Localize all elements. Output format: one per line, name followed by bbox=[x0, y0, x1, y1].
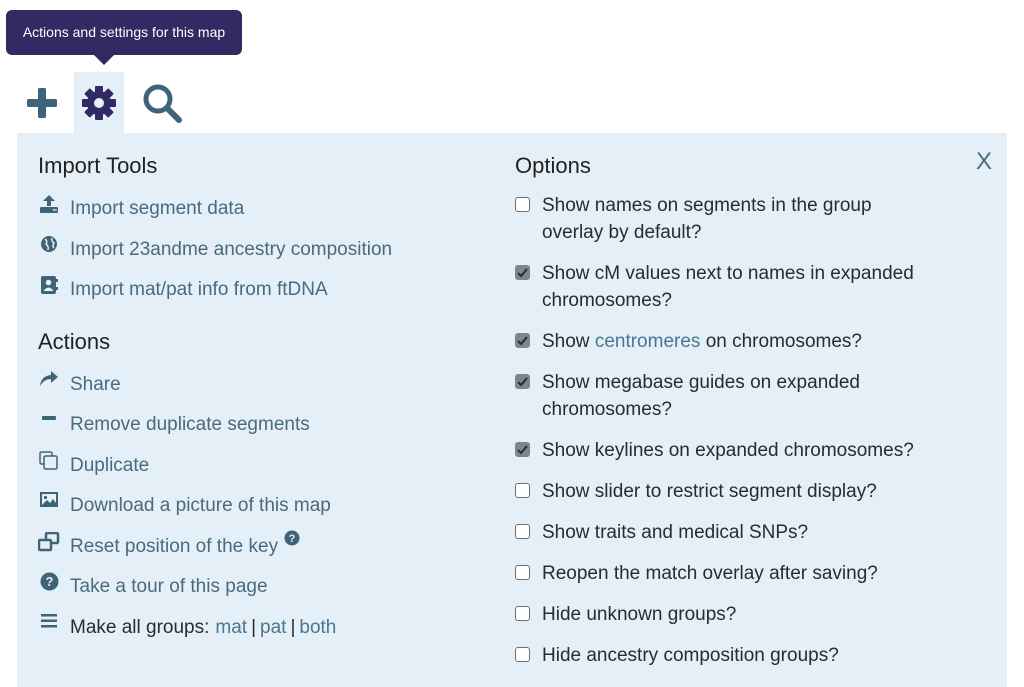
import-tools-heading: Import Tools bbox=[38, 153, 158, 178]
import-ftdna-link[interactable]: Import mat/pat info from ftDNA bbox=[38, 270, 478, 311]
make-all-groups: Make all groups: mat | pat | both bbox=[38, 608, 478, 649]
option-checkbox[interactable] bbox=[515, 483, 530, 498]
groups-pat-link[interactable]: pat bbox=[260, 617, 286, 639]
checkmark-icon bbox=[517, 444, 528, 454]
share-link[interactable]: Share bbox=[38, 365, 478, 406]
close-button[interactable]: X bbox=[976, 148, 992, 176]
option-item: Hide ancestry composition groups? bbox=[515, 642, 955, 669]
option-label: Show traits and medical SNPs? bbox=[542, 522, 809, 543]
option-item: Show traits and medical SNPs? bbox=[515, 519, 955, 546]
option-item: Hide unknown groups? bbox=[515, 601, 955, 628]
option-item: Reopen the match overlay after saving? bbox=[515, 560, 955, 587]
help-icon[interactable]: ? bbox=[284, 530, 300, 552]
question-circle-icon: ? bbox=[38, 572, 60, 594]
option-label: Hide unknown groups? bbox=[542, 604, 737, 625]
option-label: Show keylines on expanded chromosomes? bbox=[542, 440, 914, 461]
menu-icon bbox=[38, 613, 60, 635]
remove-duplicates-link[interactable]: Remove duplicate segments bbox=[38, 405, 478, 446]
option-checkbox[interactable] bbox=[515, 524, 530, 539]
option-item: Show keylines on expanded chromosomes? bbox=[515, 437, 955, 464]
groups-both-link[interactable]: both bbox=[299, 617, 336, 639]
upload-icon bbox=[38, 194, 60, 216]
settings-panel: X Import Tools Import segment data Impor… bbox=[17, 133, 1007, 687]
option-checkbox[interactable] bbox=[515, 333, 530, 348]
option-checkbox[interactable] bbox=[515, 197, 530, 212]
import-segment-data-link[interactable]: Import segment data bbox=[38, 189, 478, 230]
add-button[interactable] bbox=[17, 72, 67, 134]
share-icon bbox=[38, 370, 60, 392]
option-label: Show slider to restrict segment display? bbox=[542, 481, 877, 502]
option-checkbox[interactable] bbox=[515, 565, 530, 580]
option-checkbox[interactable] bbox=[515, 606, 530, 621]
option-checkbox[interactable] bbox=[515, 265, 530, 280]
checkmark-icon bbox=[517, 376, 528, 386]
options-list: Show names on segments in the group over… bbox=[515, 192, 955, 669]
separator: | bbox=[290, 616, 296, 638]
copy-icon bbox=[38, 451, 60, 473]
tooltip: Actions and settings for this map bbox=[6, 10, 242, 65]
download-picture-link[interactable]: Download a picture of this map bbox=[38, 486, 478, 527]
groups-mat-link[interactable]: mat bbox=[215, 617, 247, 639]
settings-button[interactable] bbox=[74, 72, 124, 134]
options-heading: Options bbox=[515, 153, 591, 178]
actions-heading: Actions bbox=[38, 328, 111, 354]
option-item: Show names on segments in the group over… bbox=[515, 192, 955, 246]
svg-text:?: ? bbox=[45, 574, 53, 589]
minus-icon bbox=[38, 410, 60, 432]
search-icon bbox=[143, 84, 182, 123]
make-all-groups-label: Make all groups: bbox=[70, 616, 210, 638]
separator: | bbox=[251, 616, 257, 638]
option-checkbox[interactable] bbox=[515, 442, 530, 457]
left-column: Import Tools Import segment data Import … bbox=[38, 151, 478, 648]
duplicate-link[interactable]: Duplicate bbox=[38, 446, 478, 487]
svg-text:?: ? bbox=[289, 533, 296, 545]
options-column: Options Show names on segments in the gr… bbox=[515, 151, 955, 683]
option-label: Show names on segments in the group over… bbox=[542, 195, 872, 243]
option-item: Show megabase guides on expanded chromos… bbox=[515, 369, 955, 423]
centromeres-link[interactable]: centromeres bbox=[595, 331, 701, 352]
search-button[interactable] bbox=[137, 72, 187, 134]
option-label: Show cM values next to names in expanded… bbox=[542, 263, 914, 311]
checkmark-icon bbox=[517, 335, 528, 345]
restore-icon bbox=[38, 531, 60, 554]
option-label: Hide ancestry composition groups? bbox=[542, 645, 839, 666]
contact-book-icon bbox=[38, 275, 60, 297]
option-checkbox[interactable] bbox=[515, 647, 530, 662]
checkmark-icon bbox=[517, 267, 528, 277]
gear-icon bbox=[82, 86, 116, 120]
globe-icon bbox=[38, 235, 60, 257]
tooltip-text: Actions and settings for this map bbox=[22, 24, 226, 40]
image-icon bbox=[38, 491, 60, 513]
option-label: Reopen the match overlay after saving? bbox=[542, 563, 878, 584]
option-item: Show slider to restrict segment display? bbox=[515, 478, 955, 505]
option-item: Show cM values next to names in expanded… bbox=[515, 260, 955, 314]
take-tour-link[interactable]: ? Take a tour of this page bbox=[38, 567, 478, 608]
reset-key-position-link[interactable]: Reset position of the key ? bbox=[38, 527, 478, 568]
import-23andme-link[interactable]: Import 23andme ancestry composition bbox=[38, 230, 478, 271]
option-label: Show megabase guides on expanded chromos… bbox=[542, 372, 860, 420]
option-checkbox[interactable] bbox=[515, 374, 530, 389]
option-label: Show centromeres on chromosomes? bbox=[542, 331, 862, 352]
plus-icon bbox=[27, 88, 57, 118]
option-item: Show centromeres on chromosomes? bbox=[515, 328, 955, 355]
